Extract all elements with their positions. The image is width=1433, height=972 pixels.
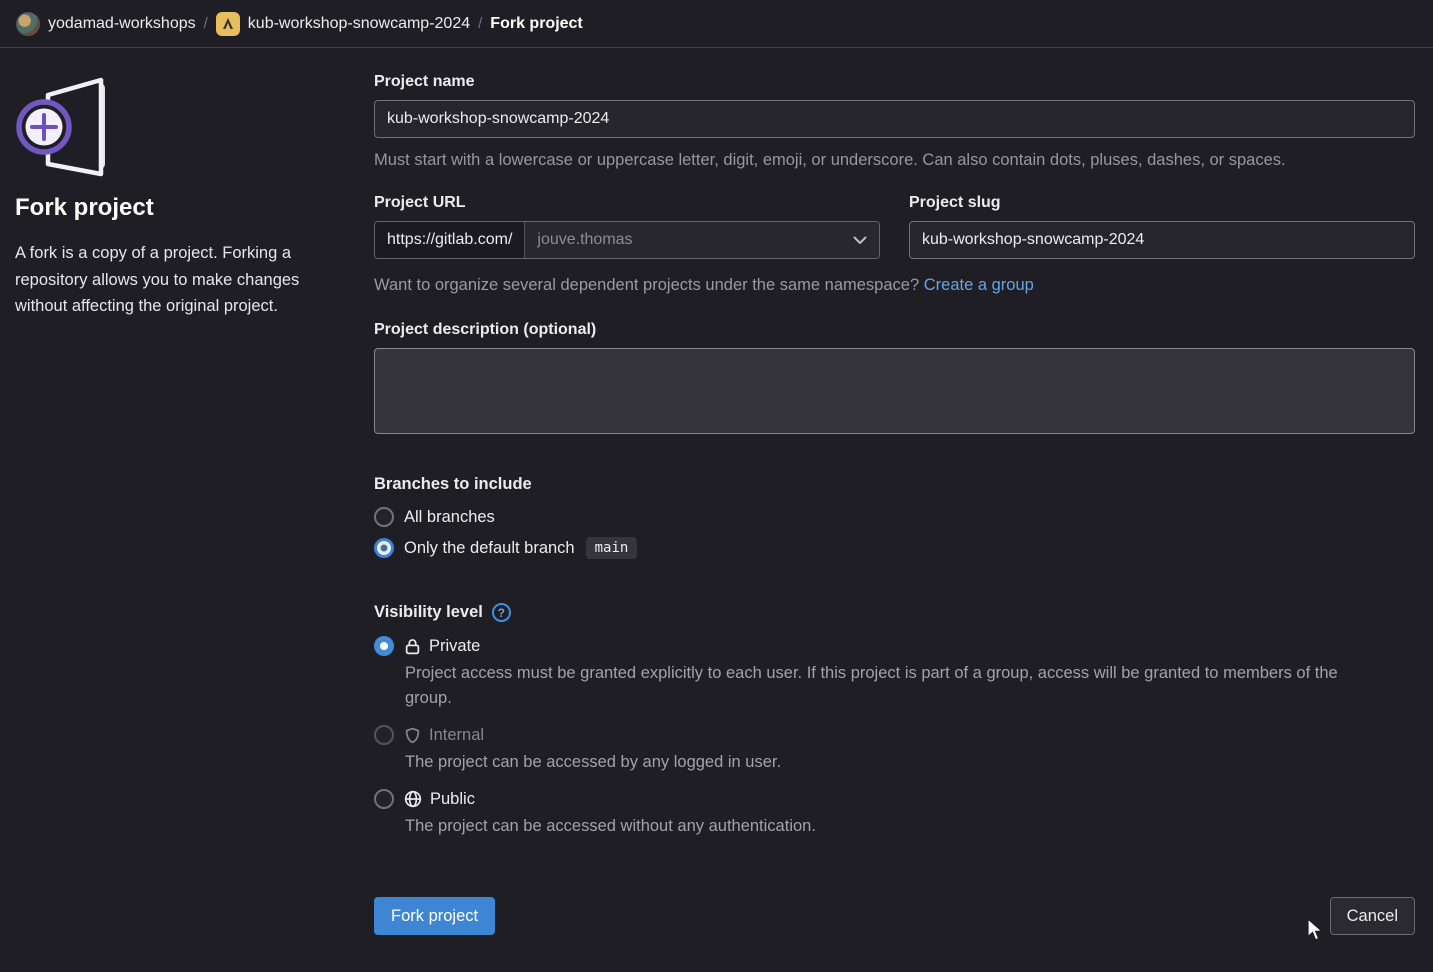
branches-option-default[interactable]: Only the default branch main — [374, 537, 1415, 559]
fork-description: A fork is a copy of a project. Forking a… — [15, 240, 345, 320]
shield-icon — [404, 727, 421, 744]
group-avatar — [16, 12, 40, 36]
breadcrumb-group-label: yodamad-workshops — [48, 15, 196, 33]
project-slug-label: Project slug — [909, 194, 1415, 212]
breadcrumb-separator: / — [478, 15, 482, 32]
private-label: Private — [429, 637, 480, 656]
all-branches-label: All branches — [404, 508, 495, 527]
chevron-down-icon — [853, 236, 867, 245]
project-url-prefix: https://gitlab.com/ — [375, 222, 525, 258]
project-url-group: https://gitlab.com/ jouve.thomas — [374, 221, 880, 259]
public-description: The project can be accessed without any … — [405, 814, 1370, 839]
project-name-label: Project name — [374, 73, 1415, 91]
project-description-label: Project description (optional) — [374, 321, 1415, 339]
project-avatar — [216, 12, 240, 36]
default-branch-badge: main — [586, 537, 638, 559]
default-branch-radio[interactable] — [374, 538, 394, 558]
namespace-hint-text: Want to organize several dependent proje… — [374, 276, 919, 294]
create-group-link[interactable]: Create a group — [924, 276, 1034, 294]
fork-form: Project name Must start with a lowercase… — [374, 73, 1415, 935]
internal-description: The project can be accessed by any logge… — [405, 750, 1370, 775]
breadcrumb-project-label: kub-workshop-snowcamp-2024 — [248, 15, 470, 33]
globe-icon — [404, 790, 422, 808]
breadcrumb-current: Fork project — [490, 15, 582, 33]
namespace-dropdown[interactable]: jouve.thomas — [525, 222, 879, 258]
fork-sidebar: Fork project A fork is a copy of a proje… — [15, 73, 345, 935]
help-icon[interactable]: ? — [492, 603, 511, 622]
branches-option-all[interactable]: All branches — [374, 507, 1415, 527]
cancel-button[interactable]: Cancel — [1330, 897, 1415, 935]
project-slug-input[interactable] — [909, 221, 1415, 259]
internal-radio — [374, 725, 394, 745]
project-avatar-glyph — [221, 17, 235, 31]
project-description-input[interactable] — [374, 348, 1415, 434]
page-title: Fork project — [15, 194, 345, 222]
visibility-option-public[interactable]: Public The project can be accessed witho… — [374, 789, 1415, 839]
namespace-hint: Want to organize several dependent proje… — [374, 276, 1415, 295]
project-name-hint: Must start with a lowercase or uppercase… — [374, 151, 1415, 170]
private-description: Project access must be granted explicitl… — [405, 661, 1370, 711]
public-label: Public — [430, 790, 475, 809]
breadcrumb-group[interactable]: yodamad-workshops — [16, 12, 196, 36]
breadcrumb: yodamad-workshops / kub-workshop-snowcam… — [0, 0, 1433, 48]
branches-heading: Branches to include — [374, 475, 1415, 494]
fork-project-button[interactable]: Fork project — [374, 897, 495, 935]
visibility-option-internal: Internal The project can be accessed by … — [374, 725, 1415, 775]
visibility-heading: Visibility level — [374, 603, 483, 622]
lock-icon — [404, 638, 421, 655]
all-branches-radio[interactable] — [374, 507, 394, 527]
breadcrumb-project[interactable]: kub-workshop-snowcamp-2024 — [216, 12, 470, 36]
public-radio[interactable] — [374, 789, 394, 809]
project-name-input[interactable] — [374, 100, 1415, 138]
default-branch-label: Only the default branch — [404, 539, 575, 558]
private-radio[interactable] — [374, 636, 394, 656]
breadcrumb-separator: / — [204, 15, 208, 32]
project-url-label: Project URL — [374, 194, 880, 212]
fork-project-icon — [15, 73, 115, 178]
internal-label: Internal — [429, 726, 484, 745]
visibility-option-private[interactable]: Private Project access must be granted e… — [374, 636, 1415, 711]
namespace-selected-value: jouve.thomas — [537, 231, 632, 249]
